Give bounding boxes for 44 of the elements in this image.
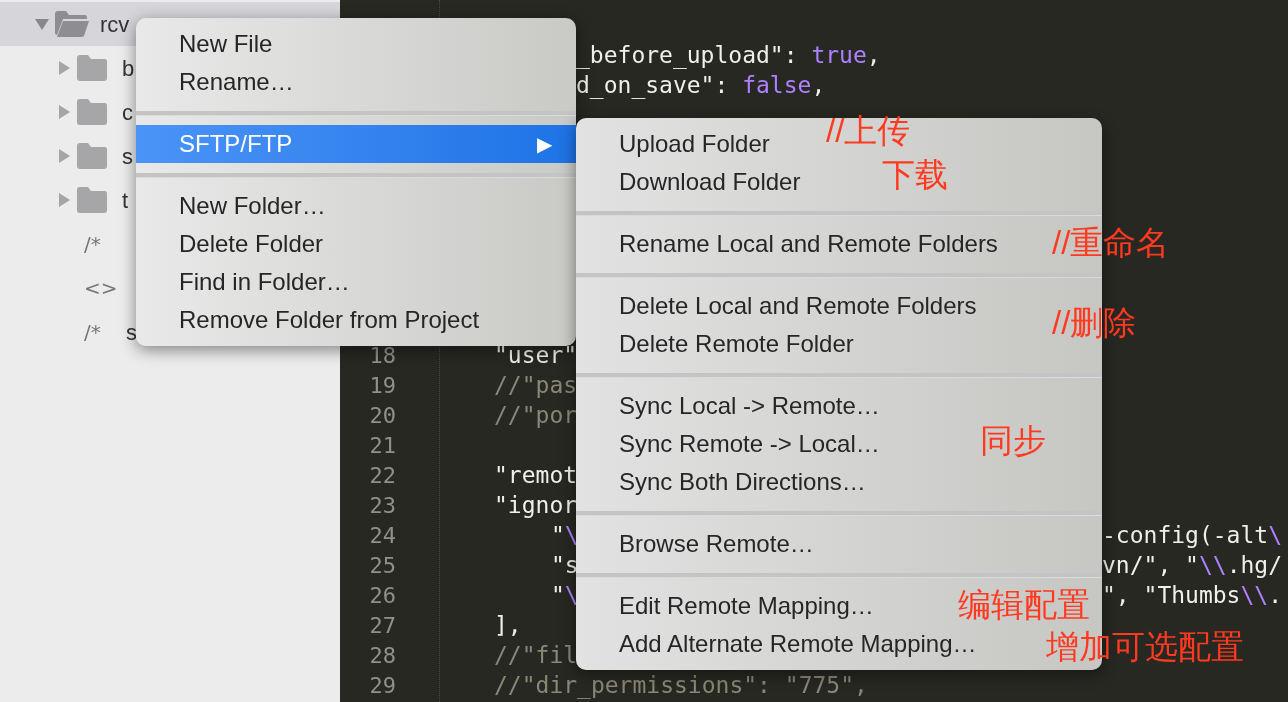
line-number: 21 <box>369 431 396 460</box>
code-text: d_on_save": false, <box>576 70 826 101</box>
code-text: //"pas <box>494 370 578 400</box>
file-name: s <box>122 142 133 171</box>
annotation-text: //上传 <box>826 112 911 150</box>
file-name: b <box>122 54 135 83</box>
code-text: "ignor <box>494 490 578 520</box>
annotation-text: 同步 <box>980 422 1046 460</box>
code-text: _before_upload": true, <box>576 40 881 71</box>
annotation-text: 下载 <box>882 156 948 194</box>
file-name: rcv <box>100 10 130 39</box>
code-text: //"fil <box>494 640 578 670</box>
line-number: 28 <box>369 641 396 670</box>
line-number: 29 <box>369 671 396 700</box>
line-number: 26 <box>369 581 396 610</box>
line-number: 27 <box>369 611 396 640</box>
code-text: -config(-alt\ <box>1102 520 1283 550</box>
code-text: ], <box>494 610 522 640</box>
annotation-text: 编辑配置 <box>958 586 1090 624</box>
file-name: c <box>122 98 133 127</box>
file-icon: /* <box>84 229 116 259</box>
submenu-arrow: ▶ <box>537 132 552 157</box>
line-number: 23 <box>369 491 396 520</box>
code-text: "user" <box>494 340 578 370</box>
annotation-text: //删除 <box>1052 304 1137 342</box>
code-text: "remot <box>494 460 578 490</box>
code-text: "s <box>551 550 579 580</box>
file-icon: <> <box>84 273 116 303</box>
line-number: 22 <box>369 461 396 490</box>
line-number: 20 <box>369 401 396 430</box>
line-number: 19 <box>369 371 396 400</box>
file-icon: /* <box>84 317 116 347</box>
annotation-text: //重命名 <box>1052 224 1170 262</box>
file-name: s <box>126 318 137 347</box>
code-text: //"dir_permissions": "775", <box>494 670 868 701</box>
code-text: //"por <box>494 400 578 430</box>
line-number: 25 <box>369 551 396 580</box>
code-text: vn/", "\\.hg/ <box>1102 550 1283 580</box>
code-text: "\ <box>551 580 579 610</box>
code-text: "\ <box>551 520 579 550</box>
line-number: 24 <box>369 521 396 550</box>
line-number: 18 <box>369 341 396 370</box>
code-text: ", "Thumbs\\. <box>1102 580 1283 610</box>
file-name: t <box>122 186 129 215</box>
